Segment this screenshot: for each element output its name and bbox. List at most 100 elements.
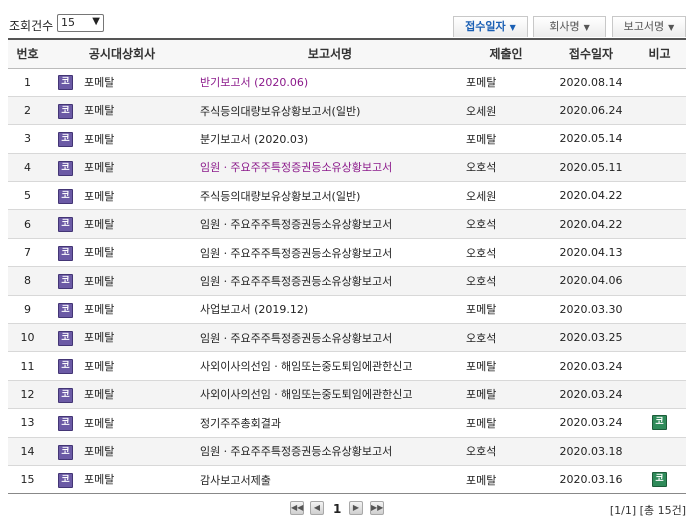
report-cell: 임원ㆍ주요주주특정증권등소유상황보고서 <box>197 324 463 352</box>
report-link[interactable]: 임원ㆍ주요주주특정증권등소유상황보고서 <box>200 445 392 458</box>
note-cell <box>633 380 686 408</box>
date-cell: 2020.04.13 <box>559 246 623 260</box>
kosdaq-badge-icon: 코 <box>58 387 73 403</box>
company-link[interactable]: 포메탈 <box>84 246 114 259</box>
company-link[interactable]: 포메탈 <box>84 218 114 231</box>
report-link[interactable]: 임원ㆍ주요주주특정증권등소유상황보고서 <box>200 218 392 231</box>
table-row: 11 코 포메탈 사외이사의선임ㆍ해임또는중도퇴임에관한신고 포메탈 2020.03.24 <box>8 352 686 381</box>
report-link[interactable]: 임원ㆍ주요주주특정증권등소유상황보고서 <box>200 275 392 288</box>
row-number: 15 <box>20 473 35 487</box>
kosdaq-badge-icon: 코 <box>58 75 73 91</box>
company-cell: 코 포메탈 <box>47 68 197 96</box>
sort-by-date-button[interactable]: 접수일자 ▼ <box>453 16 528 37</box>
company-cell: 코 포메탈 <box>47 210 197 238</box>
date-cell: 2020.03.24 <box>559 359 623 373</box>
submitter-cell: 오호석 <box>466 445 497 459</box>
note-cell <box>633 324 686 352</box>
report-link[interactable]: 주식등의대량보유상황보고서(일반) <box>200 190 360 203</box>
note-badge-icon[interactable]: 코 <box>652 472 667 488</box>
sort-by-report-button[interactable]: 보고서명 ▼ <box>612 16 686 37</box>
note-cell <box>633 238 686 266</box>
sort-by-company-label: 회사명 <box>549 20 580 33</box>
company-link[interactable]: 포메탈 <box>84 473 114 486</box>
report-link[interactable]: 분기보고서 (2020.03) <box>200 133 308 146</box>
date-cell: 2020.06.24 <box>559 104 623 118</box>
report-link[interactable]: 임원ㆍ주요주주특정증권등소유상황보고서 <box>200 161 392 174</box>
note-badge-icon[interactable]: 코 <box>652 415 667 431</box>
disclosure-table: 번호 공시대상회사 보고서명 제출인 접수일자 비고 1 코 포메탈 반기보고서 (2… <box>8 38 686 494</box>
kosdaq-badge-icon: 코 <box>58 416 73 432</box>
count-select[interactable]: 15 ▼ <box>57 14 104 32</box>
company-cell: 코 포메탈 <box>47 153 197 181</box>
current-page-number[interactable]: 1 <box>333 502 341 516</box>
company-link[interactable]: 포메탈 <box>84 76 114 89</box>
table-row: 5 코 포메탈 주식등의대량보유상황보고서(일반) 오세원 2020.04.22 <box>8 182 686 210</box>
date-cell: 2020.04.06 <box>559 274 623 288</box>
table-row: 4 코 포메탈 임원ㆍ주요주주특정증권등소유상황보고서 오호석 2020.05.11 <box>8 153 686 182</box>
caret-down-icon: ▼ <box>668 23 675 32</box>
report-link[interactable]: 반기보고서 (2020.06) <box>200 76 308 89</box>
submitter-cell: 포메탈 <box>466 473 497 487</box>
table-row: 14 코 포메탈 임원ㆍ주요주주특정증권등소유상황보고서 오호석 2020.03.18 <box>8 437 686 466</box>
date-cell: 2020.03.24 <box>559 387 623 401</box>
company-link[interactable]: 포메탈 <box>84 417 114 430</box>
next-page-icon[interactable]: ▶ <box>349 501 363 515</box>
first-page-icon[interactable]: ◀◀ <box>290 501 304 515</box>
row-number: 14 <box>20 444 35 458</box>
company-link[interactable]: 포메탈 <box>84 190 114 203</box>
note-cell <box>633 295 686 323</box>
report-cell: 주식등의대량보유상황보고서(일반) <box>197 96 463 124</box>
prev-page-icon[interactable]: ◀ <box>310 501 324 515</box>
report-link[interactable]: 임원ㆍ주요주주특정증권등소유상황보고서 <box>200 247 392 260</box>
report-cell: 사업보고서 (2019.12) <box>197 295 463 323</box>
table-header-row: 번호 공시대상회사 보고서명 제출인 접수일자 비고 <box>8 39 686 68</box>
date-cell: 2020.03.16 <box>559 473 623 487</box>
submitter-cell: 오호석 <box>466 161 497 175</box>
table-row: 15 코 포메탈 감사보고서제출 포메탈 2020.03.16 코 <box>8 465 686 494</box>
company-link[interactable]: 포메탈 <box>84 133 114 146</box>
company-link[interactable]: 포메탈 <box>84 360 114 373</box>
table-row: 9 코 포메탈 사업보고서 (2019.12) 포메탈 2020.03.30 <box>8 295 686 324</box>
submitter-cell: 포메탈 <box>466 132 497 146</box>
report-link[interactable]: 정기주주총회결과 <box>200 417 281 430</box>
row-number: 3 <box>24 132 31 146</box>
submitter-cell: 오호석 <box>466 246 497 260</box>
company-link[interactable]: 포메탈 <box>84 161 114 174</box>
note-cell: 코 <box>633 409 686 437</box>
caret-down-icon: ▼ <box>509 23 516 32</box>
table-row: 10 코 포메탈 임원ㆍ주요주주특정증권등소유상황보고서 오호석 2020.03.25 <box>8 323 686 352</box>
company-link[interactable]: 포메탈 <box>84 104 114 117</box>
note-cell <box>633 210 686 238</box>
toolbar: 조회건수 15 ▼ 접수일자 ▼ 회사명 ▼ 보고서명 ▼ <box>0 0 695 38</box>
company-link[interactable]: 포메탈 <box>84 388 114 401</box>
sort-by-company-button[interactable]: 회사명 ▼ <box>533 16 606 37</box>
submitter-cell: 포메탈 <box>466 388 497 402</box>
row-number: 13 <box>20 416 35 430</box>
report-link[interactable]: 사업보고서 (2019.12) <box>200 303 308 316</box>
date-cell: 2020.04.22 <box>559 217 623 231</box>
report-cell: 주식등의대량보유상황보고서(일반) <box>197 182 463 210</box>
company-link[interactable]: 포메탈 <box>84 445 114 458</box>
kosdaq-badge-icon: 코 <box>58 302 73 318</box>
note-cell: 코 <box>633 465 686 493</box>
report-link[interactable]: 사외이사의선임ㆍ해임또는중도퇴임에관한신고 <box>200 388 413 401</box>
submitter-cell: 오호석 <box>466 218 497 232</box>
report-cell: 정기주주총회결과 <box>197 409 463 437</box>
company-link[interactable]: 포메탈 <box>84 275 114 288</box>
report-link[interactable]: 임원ㆍ주요주주특정증권등소유상황보고서 <box>200 332 392 345</box>
report-link[interactable]: 주식등의대량보유상황보고서(일반) <box>200 105 360 118</box>
kosdaq-badge-icon: 코 <box>58 274 73 290</box>
date-cell: 2020.04.22 <box>559 189 623 203</box>
report-link[interactable]: 감사보고서제출 <box>200 474 271 487</box>
kosdaq-badge-icon: 코 <box>58 359 73 375</box>
table-row: 13 코 포메탈 정기주주총회결과 포메탈 2020.03.24 코 <box>8 409 686 438</box>
company-cell: 코 포메탈 <box>47 125 197 153</box>
kosdaq-badge-icon: 코 <box>58 444 73 460</box>
company-link[interactable]: 포메탈 <box>84 331 114 344</box>
header-company: 공시대상회사 <box>47 39 197 68</box>
row-number: 11 <box>20 359 35 373</box>
report-link[interactable]: 사외이사의선임ㆍ해임또는중도퇴임에관한신고 <box>200 360 413 373</box>
company-link[interactable]: 포메탈 <box>84 303 114 316</box>
last-page-icon[interactable]: ▶▶ <box>370 501 384 515</box>
caret-down-icon: ▼ <box>583 23 590 32</box>
